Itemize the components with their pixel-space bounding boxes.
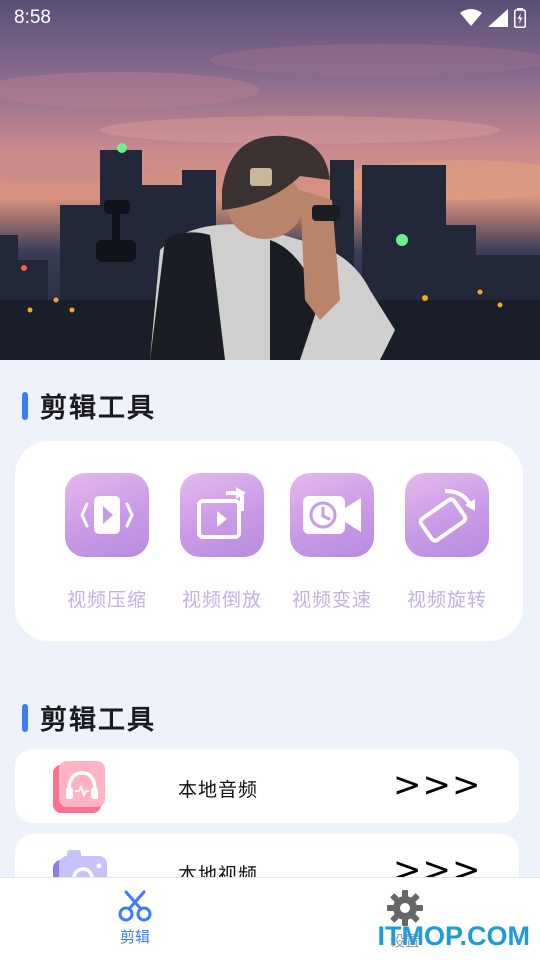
tool-video-reverse[interactable]: 视频倒放 — [167, 473, 277, 612]
tool-video-speed[interactable]: 视频变速 — [277, 473, 387, 612]
tool-video-rotate[interactable]: 视频旋转 — [392, 473, 502, 612]
section-header-tools: 剪辑工具 — [22, 386, 156, 425]
video-speed-icon — [290, 473, 374, 557]
section-title: 剪辑工具 — [40, 393, 156, 424]
list-arrow: >>> — [393, 765, 482, 805]
video-compress-icon — [65, 473, 149, 557]
signal-icon — [488, 9, 508, 27]
section-title: 剪辑工具 — [40, 705, 156, 736]
list-item-local-audio[interactable]: 本地音频 >>> — [15, 749, 519, 823]
list-label: 本地音频 — [178, 779, 259, 801]
wifi-icon — [460, 9, 482, 26]
tool-label: 视频旋转 — [406, 589, 487, 611]
video-reverse-icon — [180, 473, 264, 557]
section-accent-bar — [22, 703, 28, 732]
scissors-icon — [118, 890, 152, 922]
nav-label: 剪辑 — [119, 928, 150, 946]
section-accent-bar — [22, 391, 28, 420]
tool-video-compress[interactable]: 视频压缩 — [52, 473, 162, 612]
status-icons — [460, 8, 526, 28]
tool-label: 视频变速 — [291, 589, 372, 611]
video-rotate-icon — [405, 473, 489, 557]
status-time: 8:58 — [14, 7, 51, 28]
nav-item-edit[interactable]: 剪辑 — [85, 890, 185, 947]
tool-label: 视频倒放 — [181, 589, 262, 611]
status-bar: 8:58 — [0, 0, 540, 36]
hero-banner: 8:58 — [0, 0, 540, 360]
tools-card: 视频压缩 视频倒放 视频变速 视频旋转 — [15, 441, 523, 641]
watermark: ITMOP.COM — [377, 921, 530, 951]
tool-label: 视频压缩 — [66, 589, 147, 611]
hero-photo — [0, 44, 540, 360]
local-audio-icon — [53, 761, 105, 813]
section-header-local: 剪辑工具 — [22, 698, 156, 737]
battery-icon — [514, 8, 526, 28]
